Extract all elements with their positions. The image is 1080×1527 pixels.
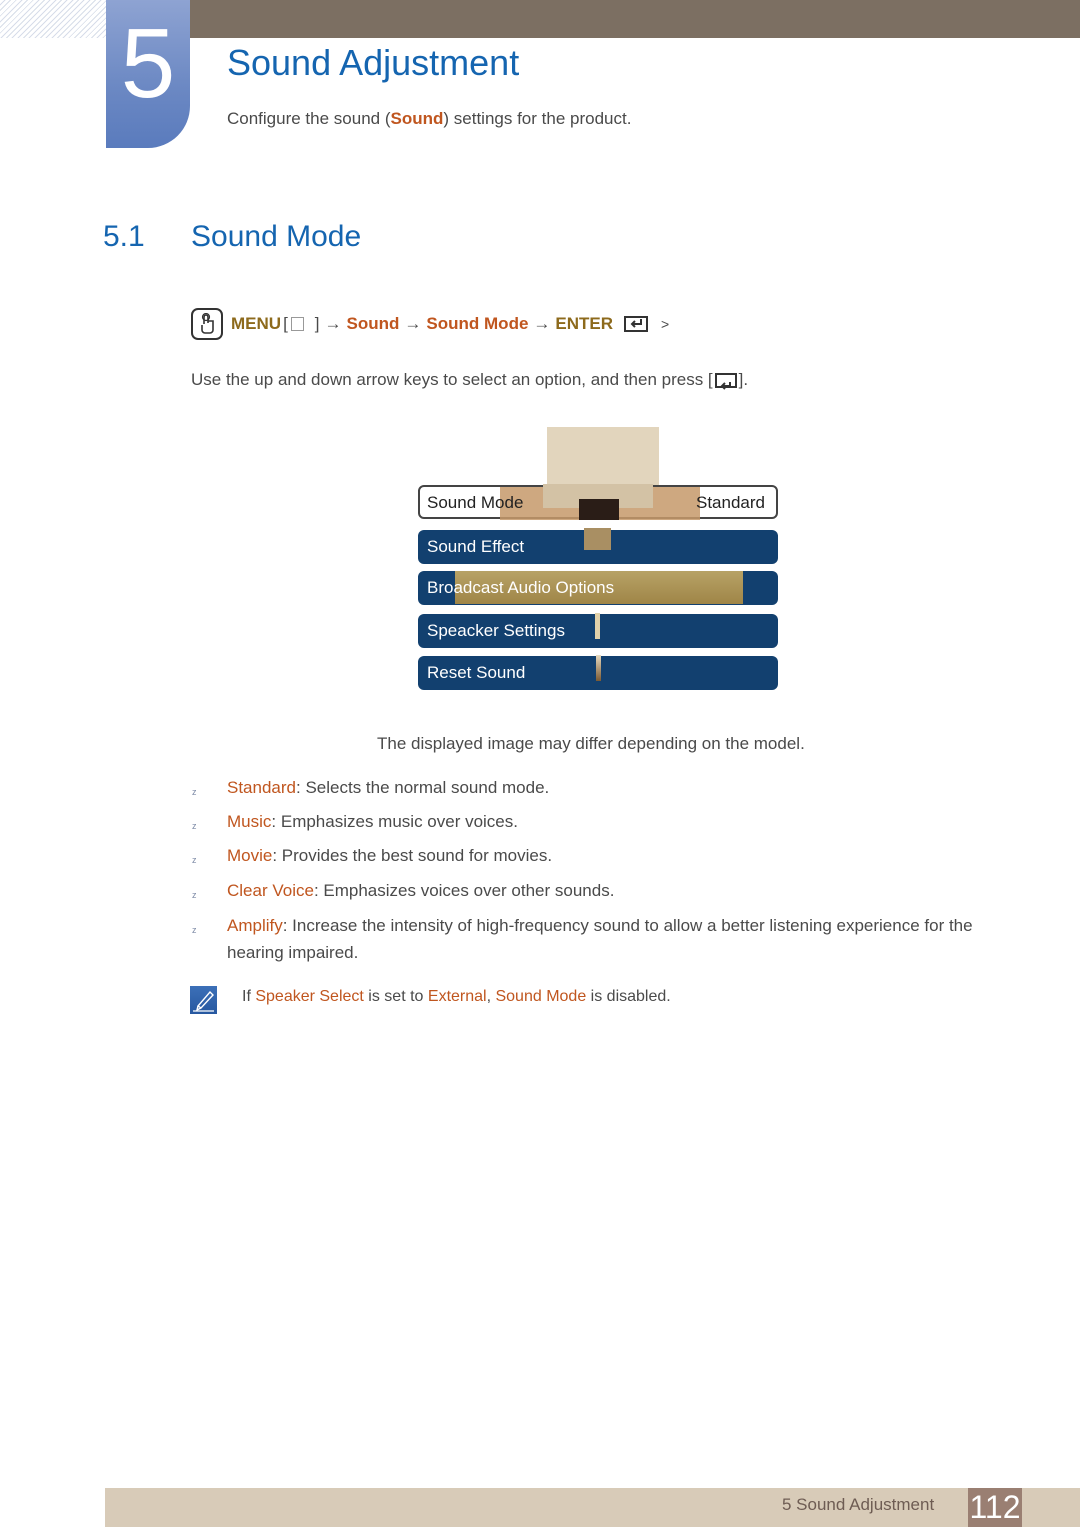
bullet-icon: z: [192, 787, 197, 797]
section-number: 5.1: [103, 220, 145, 253]
bullet-icon: z: [192, 925, 197, 935]
image-caption: The displayed image may differ depending…: [377, 734, 805, 753]
note-term-speaker-select: Speaker Select: [255, 988, 364, 1005]
enter-key-icon: [624, 316, 649, 332]
menu-path: MENU [] → Sound → Sound Mode → ENTER >: [191, 307, 674, 341]
osd-decoration: [596, 655, 601, 681]
osd-decoration: [547, 427, 659, 487]
enter-key-icon: [714, 373, 737, 390]
page-number: 112: [968, 1488, 1022, 1527]
header-bar: [190, 0, 1080, 38]
hand-touch-icon: [191, 308, 223, 340]
note-term-external: External: [427, 988, 487, 1005]
option-amplify: Amplify: Increase the intensity of high-…: [227, 916, 973, 962]
page-title: Sound Adjustment: [227, 42, 520, 83]
bullet-icon: z: [192, 855, 197, 865]
option-movie: Movie: Provides the best sound for movie…: [227, 846, 553, 865]
option-standard: Standard: Selects the normal sound mode.: [227, 778, 550, 797]
osd-item-label: Broadcast Audio Options: [427, 578, 615, 597]
note-pencil-icon: [190, 986, 217, 1014]
note-term-sound-mode: Sound Mode: [495, 988, 587, 1005]
section-title: Sound Mode: [191, 220, 362, 253]
osd-item-value: Standard: [696, 493, 765, 512]
osd-decoration: [595, 613, 600, 639]
footer-section-label: 5 Sound Adjustment: [782, 1495, 935, 1514]
instruction-text: Use the up and down arrow keys to select…: [191, 370, 749, 390]
note-text: If Speaker Select is set to External, So…: [242, 988, 671, 1005]
enter-label: ENTER: [555, 314, 614, 333]
path-arrow: →: [404, 314, 422, 333]
osd-decoration: [584, 528, 611, 550]
path-trailing: >: [661, 316, 670, 332]
header-hatch-decoration: [0, 0, 106, 38]
osd-decoration: [579, 499, 619, 520]
path-arrow: →: [324, 314, 342, 333]
menu-label: MENU: [231, 314, 282, 333]
option-music: Music: Emphasizes music over voices.: [227, 812, 518, 831]
chapter-number: 5: [120, 8, 176, 118]
option-clear-voice: Clear Voice: Emphasizes voices over othe…: [227, 881, 615, 900]
path-step-sound-mode: Sound Mode: [426, 314, 529, 333]
path-step-sound: Sound: [346, 314, 400, 333]
path-arrow: →: [533, 314, 551, 333]
bullet-icon: z: [192, 890, 197, 900]
menu-button-icon: [290, 317, 304, 331]
osd-item-label: Sound Mode: [427, 493, 524, 512]
page-subtitle: Configure the sound (Sound) settings for…: [227, 109, 632, 128]
bullet-icon: z: [192, 821, 197, 831]
subtitle-highlight: Sound: [390, 109, 444, 128]
